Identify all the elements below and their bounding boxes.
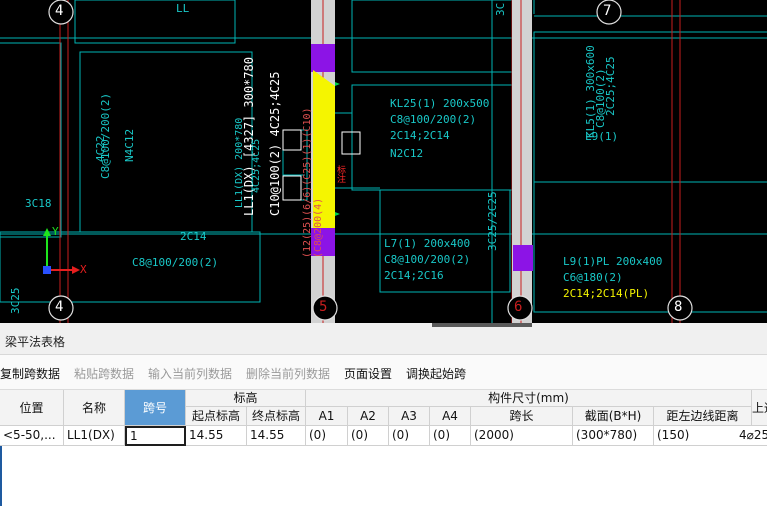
red-tag: 标注 (335, 165, 345, 183)
cell-span-length[interactable]: (2000) (471, 426, 573, 446)
beam-label-left-6: C8@100/200(2) (132, 256, 219, 269)
cell-end-elev[interactable]: 14.55 (247, 426, 306, 446)
header-top-through[interactable]: 上通 (752, 390, 767, 426)
input-column-button[interactable]: 输入当前列数据 (148, 365, 232, 382)
header-a1[interactable]: A1 (306, 407, 348, 426)
header-a2[interactable]: A2 (348, 407, 389, 426)
panel-titlebar: 梁平法表格 (0, 327, 767, 355)
beam-label-v-mid: 3C25/2C25 (486, 191, 499, 251)
beam-label-l7-3: 2C14;2C16 (384, 269, 444, 282)
beam-label-l7-2: C8@100/200(2) (384, 253, 471, 266)
beam-label-top-left: LL (176, 2, 190, 15)
cell-a3[interactable]: (0) (389, 426, 430, 446)
beam-label-left-4: 3C18 (25, 197, 52, 210)
header-left-distance[interactable]: 距左边线距离 (654, 407, 752, 426)
beam-label-left-2: C8@100/200(2) (99, 92, 112, 179)
beam-table-panel: 梁平法表格 复制跨数据 粘贴跨数据 输入当前列数据 删除当前列数据 页面设置 调… (0, 327, 767, 506)
cell-section[interactable]: (300*780) (573, 426, 654, 446)
beam-label-ll1-side: LL1(DX) 200*780 (234, 117, 245, 208)
beam-label-left-5: 2C14 (180, 230, 207, 243)
beam-label-top-mid: 3C (494, 2, 507, 16)
axis-label-5: 5 (319, 299, 328, 315)
delete-column-button[interactable]: 删除当前列数据 (246, 365, 330, 382)
beam-label-left-7: 3C25 (9, 287, 22, 315)
beam-label-kl25-4: N2C12 (390, 147, 424, 160)
panel-toolbar: 复制跨数据 粘贴跨数据 输入当前列数据 删除当前列数据 页面设置 调换起始跨 (0, 355, 767, 390)
cell-a1[interactable]: (0) (306, 426, 348, 446)
header-elevation: 标高 (186, 390, 306, 407)
beam-label-l9pl-2: C6@180(2) (563, 271, 623, 284)
header-section[interactable]: 截面(B*H) (573, 407, 654, 426)
beam-table: 位置 名称 跨号 标高 构件尺寸(mm) 上通 起点标高 终点标高 A1 A2 … (0, 390, 767, 506)
cell-name[interactable]: LL1(DX) (64, 426, 125, 446)
beam-label-ll1-stirrup: C10@100(2) 4C25;4C25 (268, 71, 282, 217)
paste-span-button[interactable]: 粘贴跨数据 (74, 365, 134, 382)
axis-label-8: 8 (674, 299, 683, 315)
axis-label-4-bottom: 4 (55, 299, 64, 315)
cell-start-elev[interactable]: 14.55 (186, 426, 247, 446)
beam-label-l9: L9(1) (585, 130, 619, 143)
cell-position[interactable]: <5-50,... (0, 426, 64, 446)
ucs-y-label: Y (52, 225, 59, 238)
axis-label-4-top: 4 (55, 3, 64, 19)
beam-label-ll1-vertical: (12(25)(6/6)(C25)(1)(C10)(C8@200(4) (302, 107, 324, 258)
row-scroll-indicator (0, 446, 2, 506)
beam-label-l7-1: L7(1) 200x400 (384, 237, 471, 250)
header-span-length[interactable]: 跨长 (471, 407, 573, 426)
axis-label-7: 7 (603, 3, 612, 19)
header-a4[interactable]: A4 (430, 407, 471, 426)
beam-label-l9pl-1: L9(1)PL 200x400 (563, 255, 663, 268)
ucs-x-label: X (80, 263, 87, 276)
header-position[interactable]: 位置 (0, 390, 64, 426)
copy-span-button[interactable]: 复制跨数据 (0, 365, 60, 382)
beam-label-left-3: N4C12 (123, 128, 136, 162)
beam-label-l9pl-3: 2C14;2C14(PL) (563, 287, 650, 300)
header-name[interactable]: 名称 (64, 390, 125, 426)
beam-label-ll1-side2: 4C25;4C25 (251, 138, 262, 193)
cell-top-through[interactable]: 4⌀25 (736, 426, 767, 446)
cell-a2[interactable]: (0) (348, 426, 389, 446)
header-a3[interactable]: A3 (389, 407, 430, 426)
header-start-elev[interactable]: 起点标高 (186, 407, 247, 426)
beam-label-kl25-1: KL25(1) 200x500 (390, 97, 490, 110)
header-end-elev[interactable]: 终点标高 (247, 407, 306, 426)
header-dimensions: 构件尺寸(mm) (306, 390, 752, 407)
adjust-start-span-button[interactable]: 调换起始跨 (406, 365, 466, 382)
cell-a4[interactable]: (0) (430, 426, 471, 446)
page-setup-button[interactable]: 页面设置 (344, 365, 392, 382)
cad-drawing-canvas[interactable]: 4 4 5 6 7 8 Y X LL1(DX) [4327] 300*780 C… (0, 0, 767, 323)
axis-label-6: 6 (514, 299, 523, 315)
panel-title: 梁平法表格 (5, 335, 66, 349)
header-span-no[interactable]: 跨号 (125, 390, 186, 426)
beam-label-kl5-3: 2C25;4C25 (604, 56, 617, 116)
cell-span-no[interactable]: 1 (125, 426, 186, 446)
beam-label-kl25-3: 2C14;2C14 (390, 129, 450, 142)
beam-label-kl25-2: C8@100/200(2) (390, 113, 477, 126)
